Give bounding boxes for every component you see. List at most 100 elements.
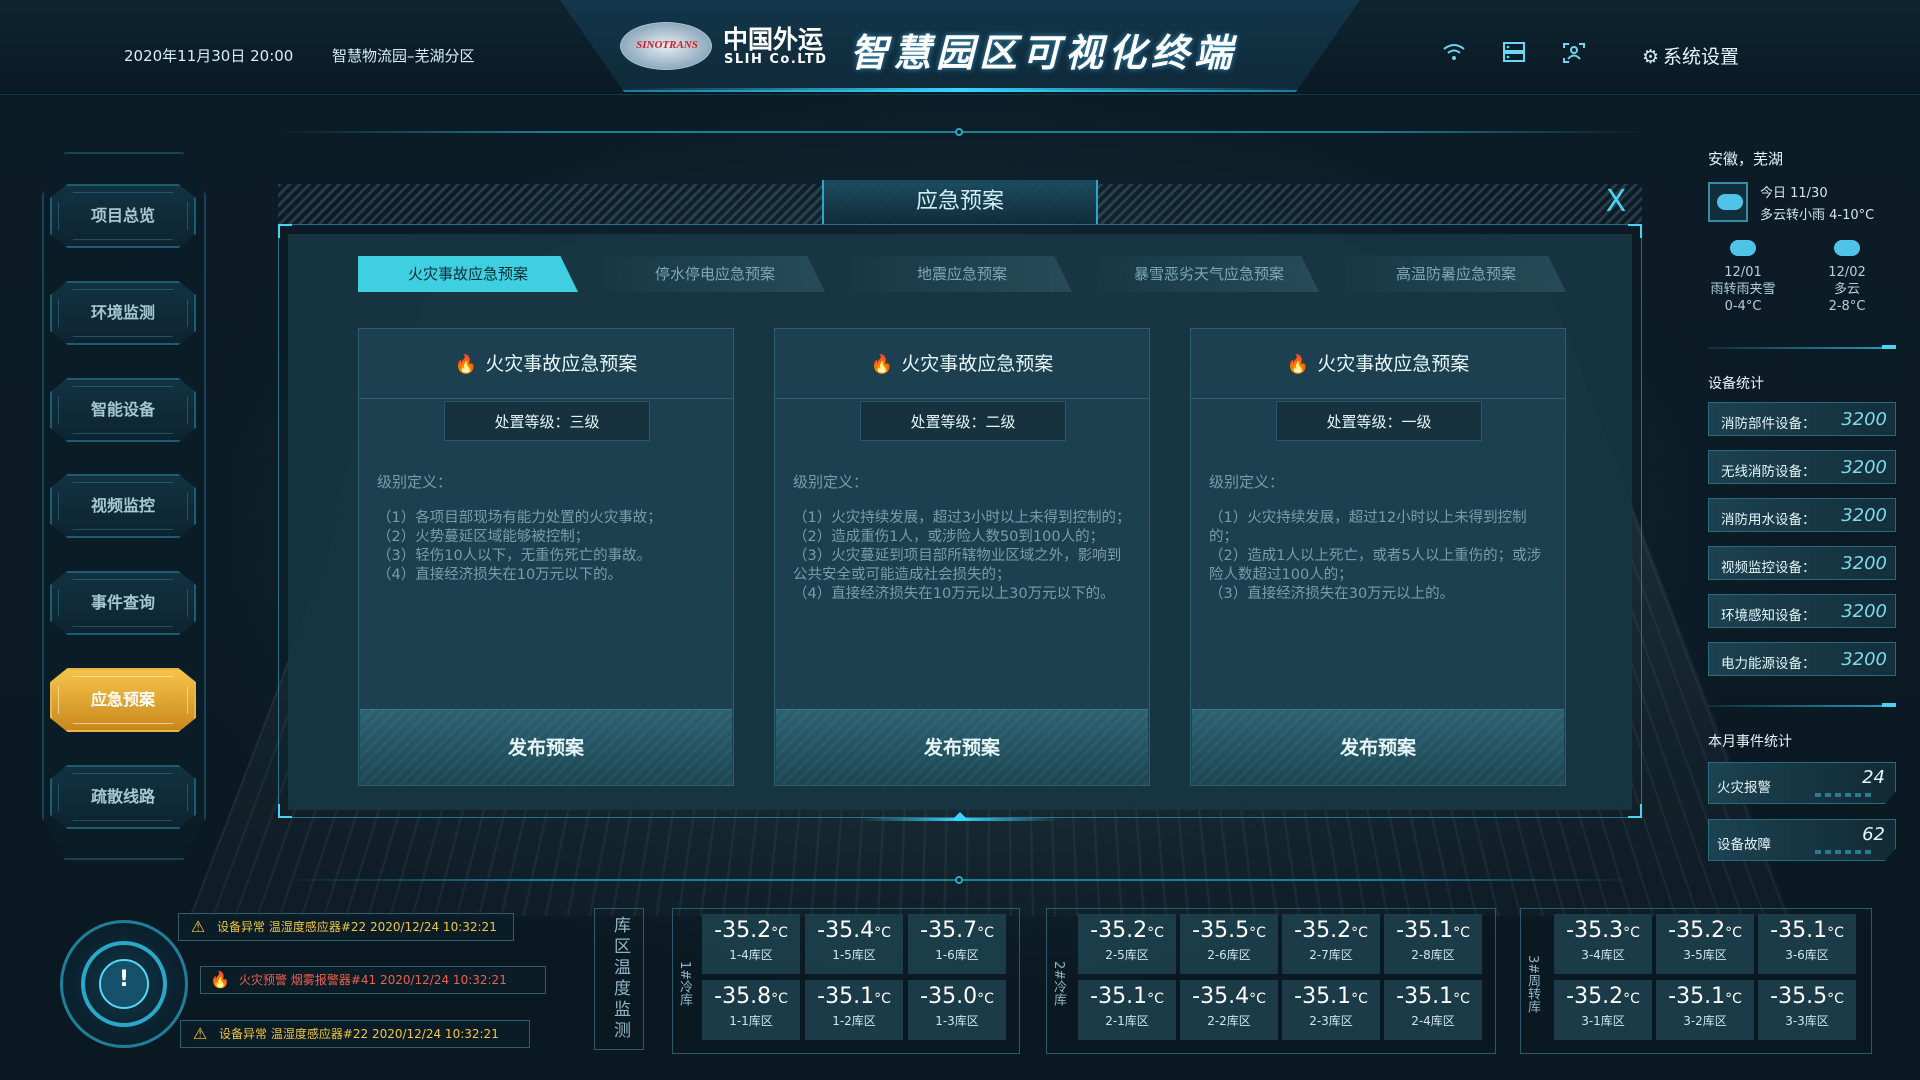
card-title: 火灾事故应急预案	[485, 353, 638, 375]
card-header: 🔥 火灾事故应急预案	[359, 329, 733, 399]
temp-monitor-title: 库区温度监测	[594, 908, 644, 1050]
zone-label: 2-8库区	[1411, 948, 1455, 962]
tab-snowstorm[interactable]: 暴雪恶劣天气应急预案	[1099, 256, 1319, 292]
alarm-item[interactable]: 🔥 火灾预警 烟雾报警器#41 2020/12/24 10:32:21	[200, 966, 546, 994]
event-value: 24	[1862, 767, 1885, 788]
alarm-item[interactable]: ⚠ 设备异常 温湿度感应器#22 2020/12/24 10:32:21	[180, 1020, 530, 1048]
zone-label: 2-5库区	[1105, 948, 1149, 962]
temp-unit: °C	[1147, 925, 1164, 941]
brand-name-cn: 中国外运	[723, 25, 824, 54]
temp-cell: -35.2°C 2-5库区	[1078, 914, 1176, 974]
nav-item-environment[interactable]: 环境监测	[50, 281, 196, 345]
alarm-text: 设备异常 温湿度感应器#22 2020/12/24 10:32:21	[219, 1027, 499, 1041]
forecast-date: 12/02	[1828, 265, 1866, 280]
alert-icon: !	[118, 967, 130, 992]
forecast-temp: 0-4°C	[1724, 299, 1762, 314]
publish-plan-button[interactable]: 发布预案	[360, 709, 732, 785]
temp-unit: °C	[1827, 925, 1844, 941]
alarm-text: 火灾预警 烟雾报警器#41 2020/12/24 10:32:21	[239, 973, 507, 987]
temp-cell: -35.4°C 1-5库区	[805, 914, 903, 974]
zone-label: 1-2库区	[832, 1014, 876, 1028]
zone-label: 1-1库区	[729, 1014, 773, 1028]
card-title: 火灾事故应急预案	[901, 353, 1054, 375]
warning-icon: ⚠	[192, 1024, 208, 1043]
temp-value: -35.1	[1668, 984, 1726, 1009]
temp-cell: -35.1°C 3-2库区	[1656, 980, 1754, 1040]
temp-value: -35.1	[817, 984, 875, 1009]
wifi-icon[interactable]	[1442, 42, 1466, 62]
zone-label: 3-2库区	[1683, 1014, 1727, 1028]
temp-cell: -35.8°C 1-1库区	[702, 980, 800, 1040]
weather-forecast-day: 12/02 多云 2-8°C	[1802, 240, 1892, 315]
temp-value: -35.7	[920, 918, 978, 943]
tab-fire[interactable]: 火灾事故应急预案	[358, 256, 578, 292]
temp-value: -35.5	[1192, 918, 1250, 943]
settings-label: 系统设置	[1663, 46, 1740, 68]
current-datetime: 2020年11月30日 20:00	[124, 47, 294, 65]
tab-earthquake[interactable]: 地震应急预案	[852, 256, 1072, 292]
cloud-icon	[1708, 182, 1748, 222]
close-icon[interactable]: X	[1601, 187, 1631, 218]
definition-label: 级别定义：	[793, 473, 869, 491]
tab-heat[interactable]: 高温防暑应急预案	[1346, 256, 1566, 292]
settings-button[interactable]: ⚙ 系统设置	[1642, 42, 1739, 69]
weather-forecast-day: 12/01 雨转雨夹雪 0-4°C	[1698, 240, 1788, 315]
nav-item-events[interactable]: 事件查询	[50, 571, 196, 635]
event-stat-row: 火灾报警 24	[1708, 762, 1896, 804]
temp-value: -35.2	[1668, 918, 1726, 943]
publish-plan-button[interactable]: 发布预案	[1192, 709, 1564, 785]
temp-unit: °C	[1623, 991, 1640, 1007]
temp-unit: °C	[874, 925, 891, 941]
device-stats-title: 设备统计	[1708, 376, 1764, 392]
zone-label: 2-6库区	[1207, 948, 1251, 962]
device-stat-row: 环境感知设备： 3200	[1708, 594, 1896, 628]
zone-label: 2-4库区	[1411, 1014, 1455, 1028]
stat-label: 环境感知设备：	[1721, 608, 1816, 624]
temp-value: -35.1	[1396, 918, 1454, 943]
nav-item-video[interactable]: 视频监控	[50, 474, 196, 538]
modal-title: 应急预案	[822, 180, 1098, 224]
tab-water-power[interactable]: 停水停电应急预案	[605, 256, 825, 292]
plan-card-level2: 🔥 火灾事故应急预案 处置等级：二级 级别定义： （1）火灾持续发展，超过3小时以…	[774, 328, 1150, 786]
flame-icon: 🔥	[1286, 354, 1310, 375]
sinotrans-logo: SINOTRANS	[620, 22, 712, 70]
temp-cell: -35.1°C 3-6库区	[1758, 914, 1856, 974]
nav-item-emergency[interactable]: 应急预案	[50, 668, 196, 732]
cloud-icon	[1834, 240, 1860, 256]
temp-unit: °C	[977, 991, 994, 1007]
temp-value: -35.1	[1770, 918, 1828, 943]
alarm-radar-icon[interactable]: !	[60, 920, 188, 1048]
temp-cell: -35.5°C 3-3库区	[1758, 980, 1856, 1040]
forecast-date: 12/01	[1724, 265, 1762, 280]
temp-unit: °C	[1725, 925, 1742, 941]
stat-value: 3200	[1841, 457, 1887, 478]
stat-label: 无线消防设备：	[1721, 464, 1816, 480]
temp-unit: °C	[874, 991, 891, 1007]
zone-label: 3-4库区	[1581, 948, 1625, 962]
alarm-item[interactable]: ⚠ 设备异常 温湿度感应器#22 2020/12/24 10:32:21	[178, 913, 514, 941]
group-label: 2#冷库	[1051, 961, 1066, 1007]
event-label: 设备故障	[1717, 837, 1771, 853]
nav-item-overview[interactable]: 项目总览	[50, 184, 196, 248]
user-scan-icon[interactable]	[1562, 42, 1586, 63]
nav-item-smart-devices[interactable]: 智能设备	[50, 378, 196, 442]
temp-cell: -35.4°C 2-2库区	[1180, 980, 1278, 1040]
group-label: 3#周转库	[1525, 954, 1540, 1014]
weather-today-desc: 多云转小雨 4-10°C	[1760, 208, 1875, 223]
section-divider	[1708, 705, 1896, 707]
logo-text: SINOTRANS	[636, 39, 698, 51]
temp-cell: -35.1°C 2-8库区	[1384, 914, 1482, 974]
device-stat-row: 电力能源设备： 3200	[1708, 642, 1896, 676]
temp-value: -35.5	[1770, 984, 1828, 1009]
definition-text: （1）火灾持续发展，超过12小时以上未得到控制的； （2）造成1人以上死亡，或者…	[1209, 510, 1542, 602]
temp-value: -35.8	[714, 984, 772, 1009]
stat-label: 电力能源设备：	[1721, 656, 1816, 672]
temp-value: -35.0	[920, 984, 978, 1009]
weather-city: 安徽，芜湖	[1708, 150, 1784, 168]
header-glow-line	[620, 88, 1300, 92]
nav-item-evacuation[interactable]: 疏散线路	[50, 765, 196, 829]
publish-plan-button[interactable]: 发布预案	[776, 709, 1148, 785]
server-icon[interactable]	[1502, 42, 1526, 62]
stat-label: 消防部件设备：	[1721, 416, 1816, 432]
temp-unit: °C	[977, 925, 994, 941]
